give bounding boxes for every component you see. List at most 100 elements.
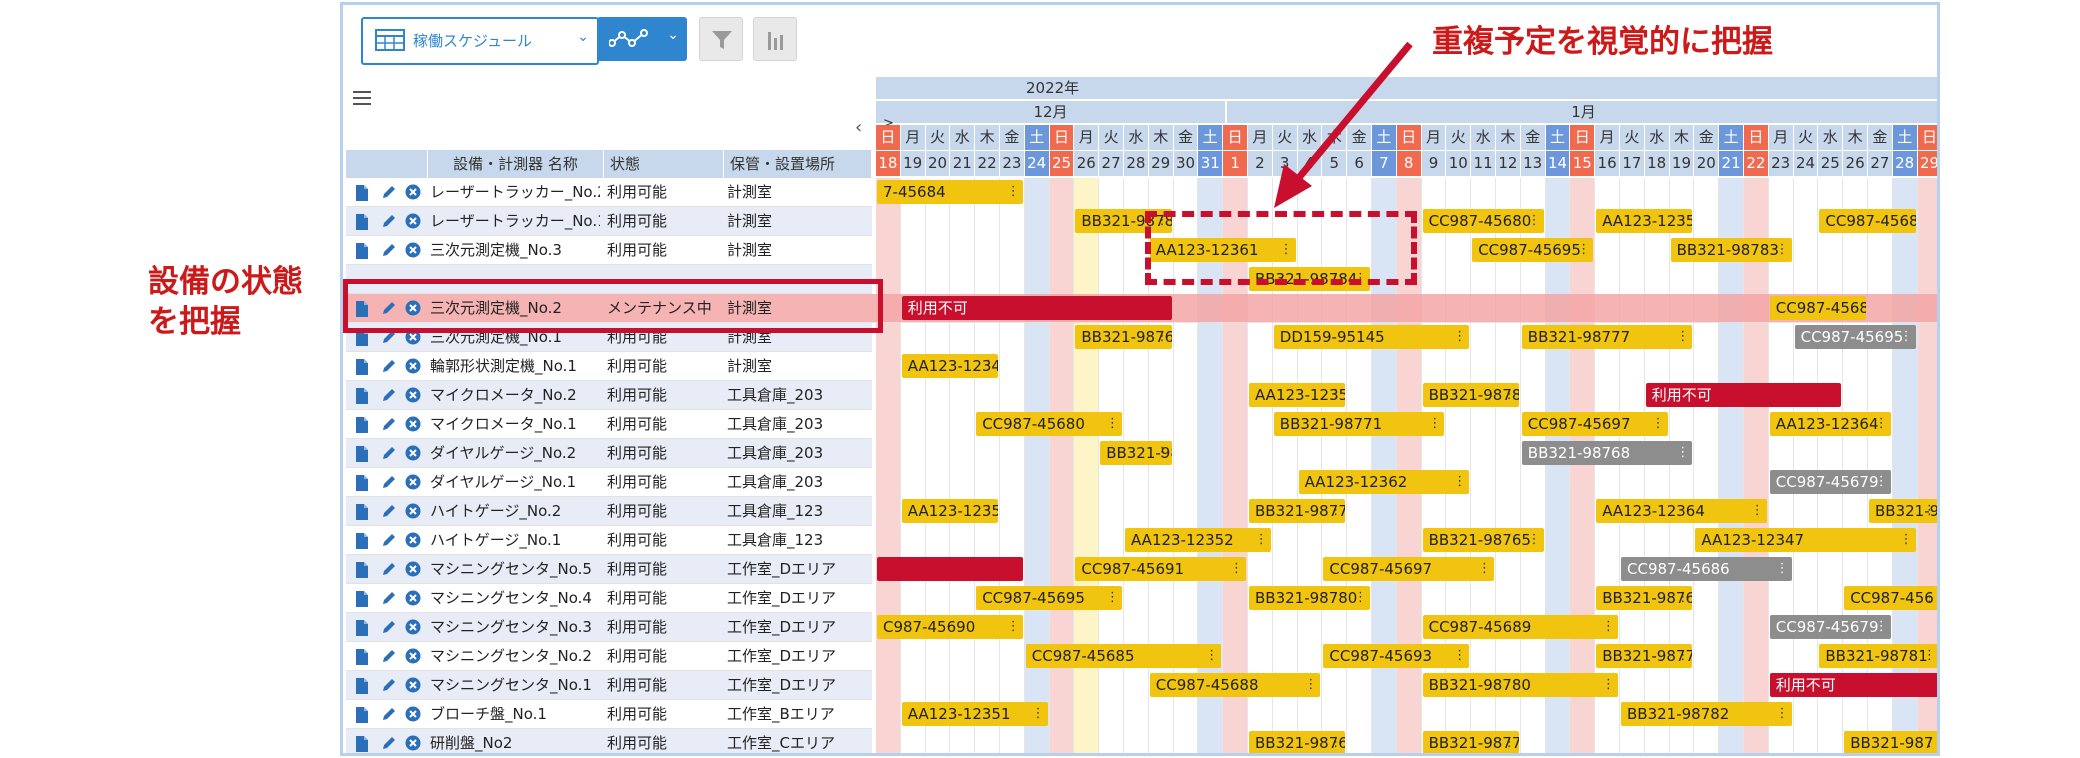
bar-menu-icon[interactable]: ⋮ [1676,586,1689,610]
delete-icon[interactable] [405,242,421,262]
schedule-bar[interactable]: CC987-45687⋮ [1769,296,1866,320]
column-header-location[interactable]: 保管・設置場所 [724,150,872,178]
bar-menu-icon[interactable]: ⋮ [1652,412,1665,436]
chart-button[interactable] [753,17,797,61]
delete-icon[interactable] [405,358,421,378]
delete-icon[interactable] [405,503,421,523]
schedule-bar[interactable]: CC987-45695 ⋮ [1472,238,1594,262]
edit-icon[interactable] [381,532,397,552]
schedule-bar[interactable]: CC987-45689 ⋮ [1422,615,1618,639]
schedule-bar[interactable]: BB321-98781 ⋮ [1819,644,1937,668]
delete-icon[interactable] [405,648,421,668]
schedule-bar[interactable]: BB321-987 ⋮ [1844,731,1937,753]
schedule-bar[interactable]: AA123-12354⋮ [901,499,998,523]
bar-menu-icon[interactable]: ⋮ [1106,586,1119,610]
schedule-bar[interactable]: AA123-12348⋮ [901,354,998,378]
bar-menu-icon[interactable]: ⋮ [1453,325,1466,349]
edit-icon[interactable] [381,677,397,697]
bar-menu-icon[interactable]: ⋮ [1106,412,1119,436]
schedule-bar[interactable]: BB321-98782⋮ [1621,702,1792,726]
bar-menu-icon[interactable]: ⋮ [1503,731,1516,753]
schedule-bar[interactable]: CC987-45697 ⋮ [1323,557,1494,581]
bar-menu-icon[interactable]: ⋮ [1875,412,1888,436]
edit-icon[interactable] [381,445,397,465]
delete-icon[interactable] [405,706,421,726]
edit-icon[interactable] [381,735,397,753]
bar-menu-icon[interactable]: ⋮ [1900,528,1913,552]
schedule-bar[interactable]: CC987-45695 ⋮ [1794,325,1916,349]
bar-menu-icon[interactable]: ⋮ [1676,441,1689,465]
edit-icon[interactable] [381,474,397,494]
schedule-bar[interactable]: AA123-12352 ⋮ [1125,528,1271,552]
edit-icon[interactable] [381,387,397,407]
document-icon[interactable] [355,677,369,699]
bar-menu-icon[interactable]: ⋮ [1676,209,1689,233]
bar-menu-icon[interactable]: ⋮ [1255,528,1268,552]
bar-menu-icon[interactable]: ⋮ [1205,644,1218,668]
schedule-bar[interactable]: CC987-456 ⋮ [1844,586,1937,610]
schedule-bar[interactable]: CC987-45686 ⋮ [1621,557,1792,581]
bar-menu-icon[interactable]: ⋮ [1875,470,1888,494]
bar-menu-icon[interactable]: ⋮ [1304,673,1317,697]
schedule-bar[interactable] [877,557,1023,581]
edit-icon[interactable] [381,706,397,726]
schedule-bar[interactable]: AA123-12351 ⋮ [901,702,1048,726]
document-icon[interactable] [355,532,369,554]
edit-icon[interactable] [381,561,397,581]
bar-menu-icon[interactable]: ⋮ [1751,499,1764,523]
bar-menu-icon[interactable]: ⋮ [1528,528,1541,552]
bar-menu-icon[interactable]: ⋮ [982,499,995,523]
schedule-bar[interactable]: CC987-45693 ⋮ [1323,644,1470,668]
schedule-bar[interactable]: CC987-45695 ⋮ [976,586,1122,610]
schedule-bar[interactable]: AA123-12362 ⋮ [1298,470,1470,494]
delete-icon[interactable] [405,619,421,639]
bar-menu-icon[interactable]: ⋮ [1923,731,1936,753]
view-select[interactable]: 稼働スケジュール ⌄ [361,17,599,65]
schedule-bar[interactable]: CC987-45685 ⋮ [1025,644,1222,668]
collapse-left-icon[interactable]: ‹ [855,117,862,138]
schedule-bar[interactable]: CC987-45697 ⋮ [1521,412,1668,436]
bar-menu-icon[interactable]: ⋮ [1676,644,1689,668]
bar-menu-icon[interactable]: ⋮ [1900,209,1913,233]
bar-menu-icon[interactable]: ⋮ [1923,499,1936,523]
schedule-bar[interactable]: 利用不可 [901,296,1172,320]
bar-menu-icon[interactable]: ⋮ [1230,557,1243,581]
document-icon[interactable] [355,358,369,380]
bar-menu-icon[interactable]: ⋮ [1007,180,1020,204]
delete-icon[interactable] [405,213,421,233]
schedule-bar[interactable]: BB321-98768⋮ [1596,586,1693,610]
bar-menu-icon[interactable]: ⋮ [982,354,995,378]
schedule-bar[interactable]: BB321-98777 ⋮ [1521,325,1693,349]
schedule-bar[interactable]: AA123-12359⋮ [1249,383,1346,407]
bar-menu-icon[interactable]: ⋮ [1850,296,1863,320]
bar-menu-icon[interactable]: ⋮ [1602,615,1615,639]
schedule-bar[interactable]: BB321-98782⋮ [1422,383,1519,407]
schedule-bar[interactable]: AA123-12364 ⋮ [1769,412,1891,436]
document-icon[interactable] [355,503,369,525]
edit-icon[interactable] [381,184,397,204]
bar-menu-icon[interactable]: ⋮ [1900,325,1913,349]
schedule-bar[interactable]: BB321-98768⋮ [1521,441,1693,465]
schedule-bar[interactable]: DD159-95145 ⋮ [1273,325,1470,349]
document-icon[interactable] [355,242,369,264]
filter-button[interactable] [699,17,743,61]
menu-icon[interactable] [353,91,371,105]
document-icon[interactable] [355,387,369,409]
schedule-bar[interactable]: CC987-45683⋮ [1819,209,1916,233]
document-icon[interactable] [355,184,369,206]
edit-icon[interactable] [381,648,397,668]
delete-icon[interactable] [405,677,421,697]
schedule-bar[interactable]: BB321-98780⋮ [1249,586,1370,610]
delete-icon[interactable] [405,590,421,610]
bar-menu-icon[interactable]: ⋮ [1602,673,1615,697]
bar-menu-icon[interactable]: ⋮ [1354,586,1367,610]
bar-menu-icon[interactable]: ⋮ [1528,209,1541,233]
schedule-bar[interactable]: BB321-98783 ⋮ [1670,238,1792,262]
edit-icon[interactable] [381,619,397,639]
document-icon[interactable] [355,213,369,235]
bar-menu-icon[interactable]: ⋮ [1776,557,1789,581]
bar-menu-icon[interactable]: ⋮ [1875,615,1888,639]
document-icon[interactable] [355,706,369,728]
schedule-bar[interactable]: AA123-12347 ⋮ [1695,528,1916,552]
delete-icon[interactable] [405,474,421,494]
